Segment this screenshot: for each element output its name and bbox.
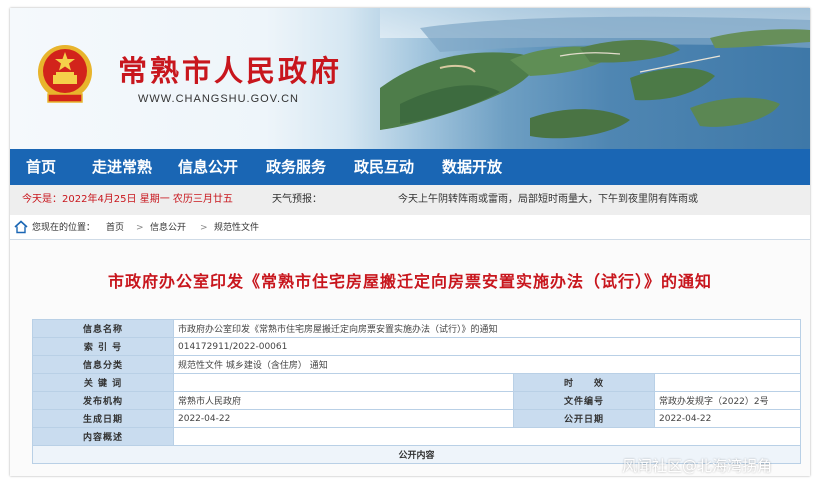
nav-item-info-disclosure[interactable]: 信息公开: [178, 149, 238, 185]
meta-value: [173, 373, 514, 392]
meta-value: [172, 427, 802, 446]
nav-item-about-changshu[interactable]: 走进常熟: [92, 149, 152, 185]
meta-label: 信息名称: [32, 319, 174, 338]
nav-item-home[interactable]: 首页: [26, 149, 56, 185]
document-content: 市政府办公室印发《常熟市住宅房屋搬迁定向房票安置实施办法（试行）》的通知 信息名…: [10, 240, 810, 476]
meta-value: 2022-04-22: [173, 409, 514, 428]
breadcrumb-item-normative-docs[interactable]: 规范性文件: [214, 217, 259, 239]
table-row: 关 键 词 时 效: [32, 373, 802, 392]
document-title: 市政府办公室印发《常熟市住宅房屋搬迁定向房票安置实施办法（试行）》的通知: [107, 272, 712, 291]
meta-label: 信息分类: [32, 355, 174, 374]
meta-value: [653, 373, 802, 392]
date-weather-bar: 今天是：2022年4月25日 星期一 农历三月廿五 天气预报： 今天上午阴转阵雨…: [10, 185, 810, 215]
nav-item-gov-services[interactable]: 政务服务: [266, 149, 326, 185]
main-nav: 首页 走进常熟 信息公开 政务服务 政民互动 数据开放: [10, 149, 810, 185]
home-icon[interactable]: [14, 220, 28, 234]
meta-value: 014172911/2022-00061: [172, 337, 802, 356]
site-url: WWW.CHANGSHU.GOV.CN: [138, 93, 299, 105]
site-header-banner: 常熟市人民政府 WWW.CHANGSHU.GOV.CN: [10, 8, 810, 149]
breadcrumb-item-home[interactable]: 首页: [106, 217, 124, 239]
meta-value: 规范性文件 城乡建设（含住房） 通知: [172, 355, 802, 374]
nav-item-interaction[interactable]: 政民互动: [354, 149, 414, 185]
meta-value: 常政办发规字（2022）2号: [653, 391, 802, 410]
current-date: 今天是：2022年4月25日 星期一 农历三月廿五: [22, 194, 233, 205]
table-row: 索 引 号 014172911/2022-00061: [32, 337, 802, 356]
table-row: 内容概述: [32, 427, 802, 446]
nav-item-open-data[interactable]: 数据开放: [442, 149, 502, 185]
meta-value: 2022-04-22: [653, 409, 802, 428]
watermark: 风闻社区@北海湾拐角: [622, 457, 773, 475]
table-row: 生成日期 2022-04-22 公开日期 2022-04-22: [32, 409, 802, 428]
national-emblem-icon: [38, 45, 92, 103]
meta-label: 生成日期: [32, 409, 174, 428]
meta-label: 文件编号: [513, 391, 655, 410]
breadcrumb-prefix: 您现在的位置：: [32, 223, 96, 233]
meta-label: 关 键 词: [32, 373, 174, 392]
meta-label: 公开日期: [513, 409, 655, 428]
lake-landscape-image: [380, 8, 810, 139]
site-title: 常熟市人民政府: [118, 54, 343, 88]
document-meta-table: 信息名称 市政府办公室印发《常熟市住宅房屋搬迁定向房票安置实施办法（试行）》的通…: [31, 319, 802, 464]
breadcrumb: 您现在的位置： 首页 > 信息公开 > 规范性文件: [10, 217, 810, 240]
meta-label: 发布机构: [32, 391, 174, 410]
meta-label: 时 效: [513, 373, 655, 392]
breadcrumb-separator: >: [136, 223, 144, 233]
table-row: 信息名称 市政府办公室印发《常熟市住宅房屋搬迁定向房票安置实施办法（试行）》的通…: [32, 319, 802, 338]
meta-label: 内容概述: [32, 427, 174, 446]
meta-value: 市政府办公室印发《常熟市住宅房屋搬迁定向房票安置实施办法（试行）》的通知: [172, 319, 802, 338]
breadcrumb-item-info-disclosure[interactable]: 信息公开: [150, 217, 186, 239]
browser-page: 常熟市人民政府 WWW.CHANGSHU.GOV.CN 首页 走进常熟 信息公开…: [10, 8, 810, 476]
meta-label: 索 引 号: [32, 337, 174, 356]
table-row: 信息分类 规范性文件 城乡建设（含住房） 通知: [32, 355, 802, 374]
breadcrumb-separator: >: [200, 223, 208, 233]
weather-forecast: 今天上午阴转阵雨或雷雨，局部短时雨量大，下午到夜里阴有阵雨或: [398, 194, 698, 205]
table-row: 发布机构 常熟市人民政府 文件编号 常政办发规字（2022）2号: [32, 391, 802, 410]
meta-value: 常熟市人民政府: [173, 391, 514, 410]
weather-label: 天气预报：: [272, 194, 322, 205]
